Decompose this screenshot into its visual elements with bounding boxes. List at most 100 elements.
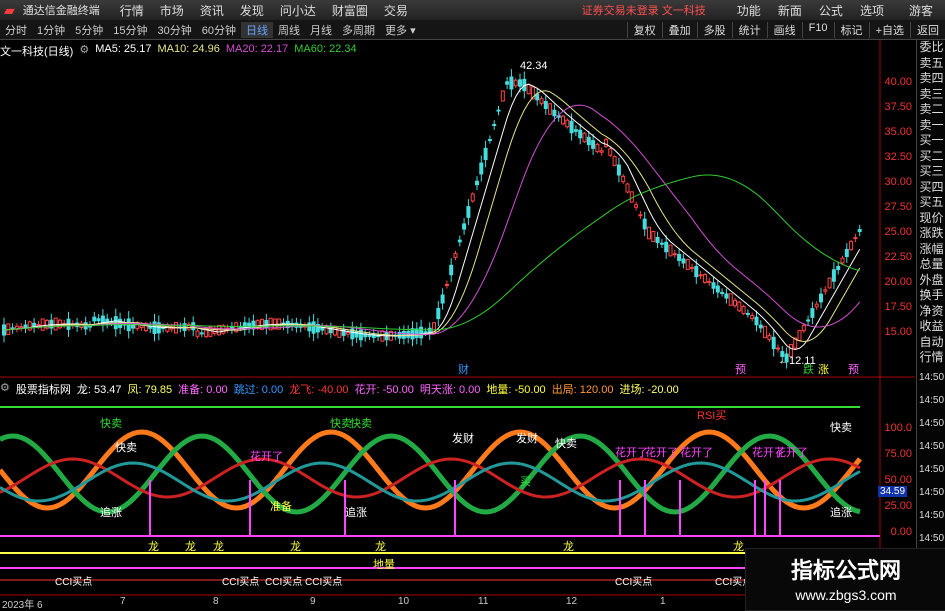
period-multi[interactable]: 多周期	[337, 22, 380, 38]
side-item[interactable]: 买四	[917, 180, 945, 196]
candle-body	[548, 103, 553, 115]
tool-f10[interactable]: F10	[801, 21, 834, 38]
side-item[interactable]: 14:50	[917, 389, 945, 412]
ma60-line	[3, 174, 860, 331]
side-panel: 委比 卖五 卖四 卖三 卖二 卖一 买一 买二 买三 买四 买五 现价 涨跌 涨幅 总量 外盘 换手 净资 收益 自动…	[916, 40, 945, 605]
candle-body	[647, 226, 651, 240]
chart-area[interactable]: 42.34 ←12.11 财预跌涨预快卖 快卖 快卖 快卖 快卖 快卖 RSI买 花开了 花开了 花开…	[0, 40, 915, 605]
indicator-tick: 25.00	[884, 500, 912, 512]
period-toolbar: 分时 1分钟 5分钟 15分钟 30分钟 60分钟 日线 周线 月线 多周期 更…	[0, 20, 945, 40]
period-30min[interactable]: 30分钟	[153, 22, 197, 38]
menu-ask[interactable]: 问小达	[280, 2, 316, 19]
side-item[interactable]: 涨幅	[917, 242, 945, 258]
long-label: 龙	[563, 540, 574, 553]
candle-body	[419, 326, 424, 339]
side-item[interactable]: 现价	[917, 211, 945, 227]
huakai-label: 花开了	[775, 446, 808, 459]
side-item[interactable]: 净资	[917, 304, 945, 320]
candle-body	[92, 316, 97, 322]
side-item[interactable]: 买二	[917, 149, 945, 165]
candle-body	[139, 325, 144, 329]
menu-wealth[interactable]: 财富圈	[332, 2, 368, 19]
side-item[interactable]: 卖一	[917, 118, 945, 134]
side-item[interactable]: 买五	[917, 195, 945, 211]
candle-body	[797, 330, 802, 341]
side-item[interactable]: 换手	[917, 288, 945, 304]
tool-add-watch[interactable]: +自选	[868, 21, 910, 38]
facai-label: 发财	[452, 431, 474, 445]
side-item[interactable]: 自动	[917, 335, 945, 351]
candle-body	[771, 336, 776, 350]
candle-body	[444, 283, 449, 286]
side-item[interactable]: 卖二	[917, 102, 945, 118]
side-item[interactable]: 卖五	[917, 56, 945, 72]
menu-function[interactable]: 功能	[737, 4, 761, 18]
facai-label: 发财	[516, 431, 538, 445]
period-tick[interactable]: 分时	[0, 22, 32, 38]
side-item[interactable]: 卖三	[917, 87, 945, 103]
menu-formula[interactable]: 公式	[819, 4, 843, 18]
menu-options[interactable]: 选项	[860, 4, 884, 18]
tool-stats[interactable]: 统计	[731, 21, 767, 38]
tool-overlay[interactable]: 叠加	[661, 21, 697, 38]
candle-body	[27, 321, 32, 331]
side-item[interactable]: 外盘	[917, 273, 945, 289]
period-monthly[interactable]: 月线	[305, 22, 337, 38]
tool-adjust[interactable]: 复权	[626, 21, 662, 38]
huakai-label: 花开了	[645, 446, 678, 459]
ma60-label: MA60: 22.34	[294, 43, 357, 55]
side-item[interactable]: 14:50	[917, 504, 945, 527]
period-5min[interactable]: 5分钟	[70, 22, 108, 38]
period-weekly[interactable]: 周线	[273, 22, 305, 38]
side-item[interactable]: 买一	[917, 133, 945, 149]
tool-back[interactable]: 返回	[910, 21, 945, 38]
menu-trade[interactable]: 交易	[384, 2, 408, 19]
tool-multi-stock[interactable]: 多股	[696, 21, 732, 38]
side-item[interactable]: 收益	[917, 319, 945, 335]
menu-market[interactable]: 市场	[160, 2, 184, 19]
side-item[interactable]: 总量	[917, 257, 945, 273]
period-daily[interactable]: 日线	[241, 21, 273, 38]
side-item[interactable]: 14:50	[917, 527, 945, 550]
settings-icon[interactable]: ⚙	[79, 43, 89, 59]
login-notice[interactable]: 证券交易未登录 文一科技	[582, 2, 706, 18]
period-more[interactable]: 更多 ▾	[380, 22, 421, 38]
side-item[interactable]: 14:50	[917, 412, 945, 435]
kuaimai-label-2: 快卖	[115, 441, 137, 454]
side-item[interactable]: 买三	[917, 164, 945, 180]
indicator-tick: 75.00	[884, 448, 912, 460]
tool-mark[interactable]: 标记	[833, 21, 869, 38]
main-title: 文一科技(日线)	[0, 46, 74, 58]
candle-body	[715, 285, 720, 293]
side-item[interactable]: 行情	[917, 350, 945, 366]
indicator-settings-icon[interactable]: ⚙	[0, 381, 10, 397]
candle-body	[754, 316, 759, 326]
price-tick: 20.00	[884, 276, 912, 288]
huakai-label: 花开了	[680, 446, 713, 459]
side-item[interactable]: 14:50	[917, 435, 945, 458]
side-item[interactable]: 卖四	[917, 71, 945, 87]
date-label: 12	[566, 596, 578, 607]
menu-news[interactable]: 资讯	[200, 2, 224, 19]
period-60min[interactable]: 60分钟	[197, 22, 241, 38]
guest-label[interactable]: 游客	[909, 2, 933, 19]
side-item[interactable]: 14:50	[917, 458, 945, 481]
side-item[interactable]: 委比	[917, 40, 945, 56]
right-menu: 功能 新面 公式 选项	[730, 2, 891, 19]
tool-draw[interactable]: 画线	[766, 21, 802, 38]
ma20-label: MA20: 22.17	[225, 43, 289, 55]
kline-chart[interactable]: 42.34←12.11财预跌涨预快卖 快卖快卖快卖 快卖快卖RSI买花开了 花开了花开…	[0, 40, 915, 605]
menu-discover[interactable]: 发现	[240, 2, 264, 19]
period-15min[interactable]: 15分钟	[108, 22, 152, 38]
side-item[interactable]: 14:50	[917, 366, 945, 389]
period-1min[interactable]: 1分钟	[32, 22, 70, 38]
candle-body	[608, 148, 613, 156]
side-item[interactable]: 涨跌	[917, 226, 945, 242]
side-item[interactable]: 14:50	[917, 481, 945, 504]
menu-new-page[interactable]: 新面	[778, 4, 802, 18]
candle-body	[500, 90, 505, 102]
candle-body	[659, 242, 664, 245]
menu-quotes[interactable]: 行情	[120, 2, 144, 19]
price-tick: 32.50	[884, 151, 912, 163]
candle-body	[853, 237, 858, 240]
